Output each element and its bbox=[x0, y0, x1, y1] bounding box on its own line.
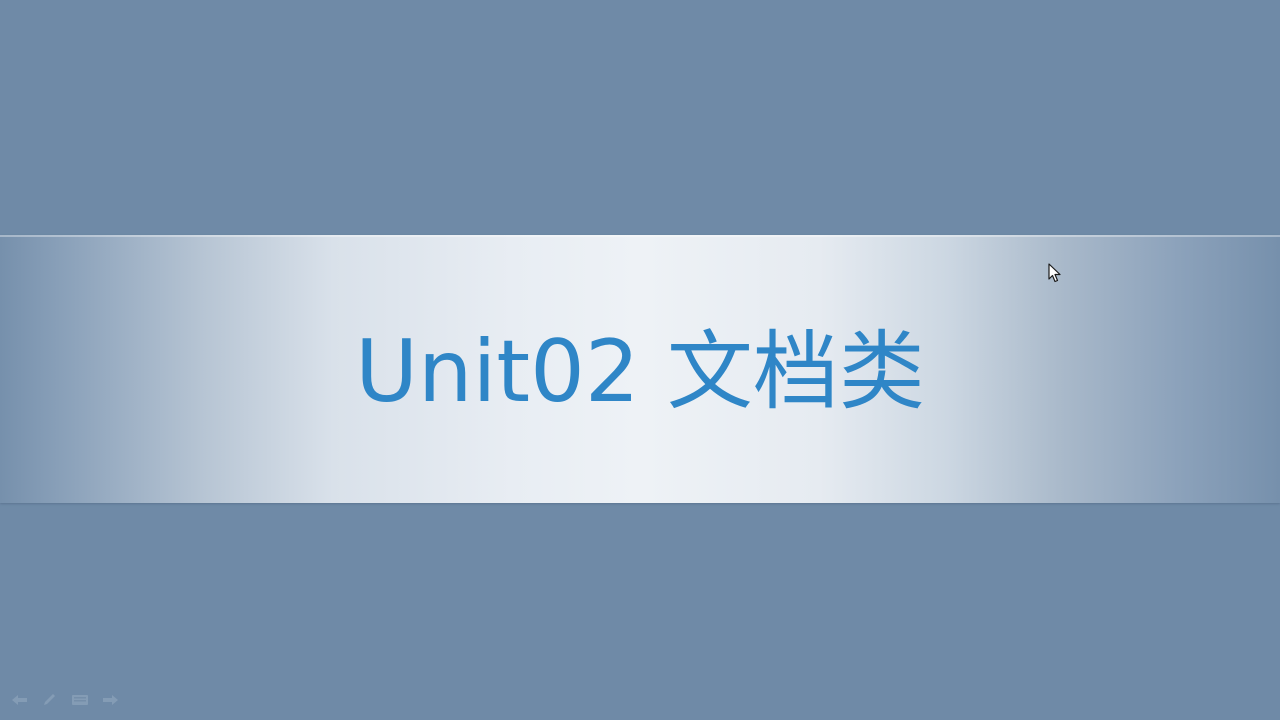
previous-slide-icon bbox=[12, 695, 27, 705]
next-slide-icon bbox=[103, 695, 118, 705]
slide-title: Unit02 文档类 bbox=[355, 322, 925, 422]
mouse-pointer-icon bbox=[1048, 263, 1061, 283]
title-band: Unit02 文档类 bbox=[0, 235, 1280, 503]
pen-icon bbox=[44, 694, 55, 705]
presenter-toolbar bbox=[8, 690, 122, 710]
slide-menu-icon bbox=[72, 695, 88, 705]
slide-menu-button[interactable] bbox=[68, 692, 92, 708]
next-slide-button[interactable] bbox=[98, 692, 122, 708]
pen-button[interactable] bbox=[38, 692, 62, 708]
slide-canvas: Unit02 文档类 bbox=[0, 0, 1280, 720]
previous-slide-button[interactable] bbox=[8, 692, 32, 708]
